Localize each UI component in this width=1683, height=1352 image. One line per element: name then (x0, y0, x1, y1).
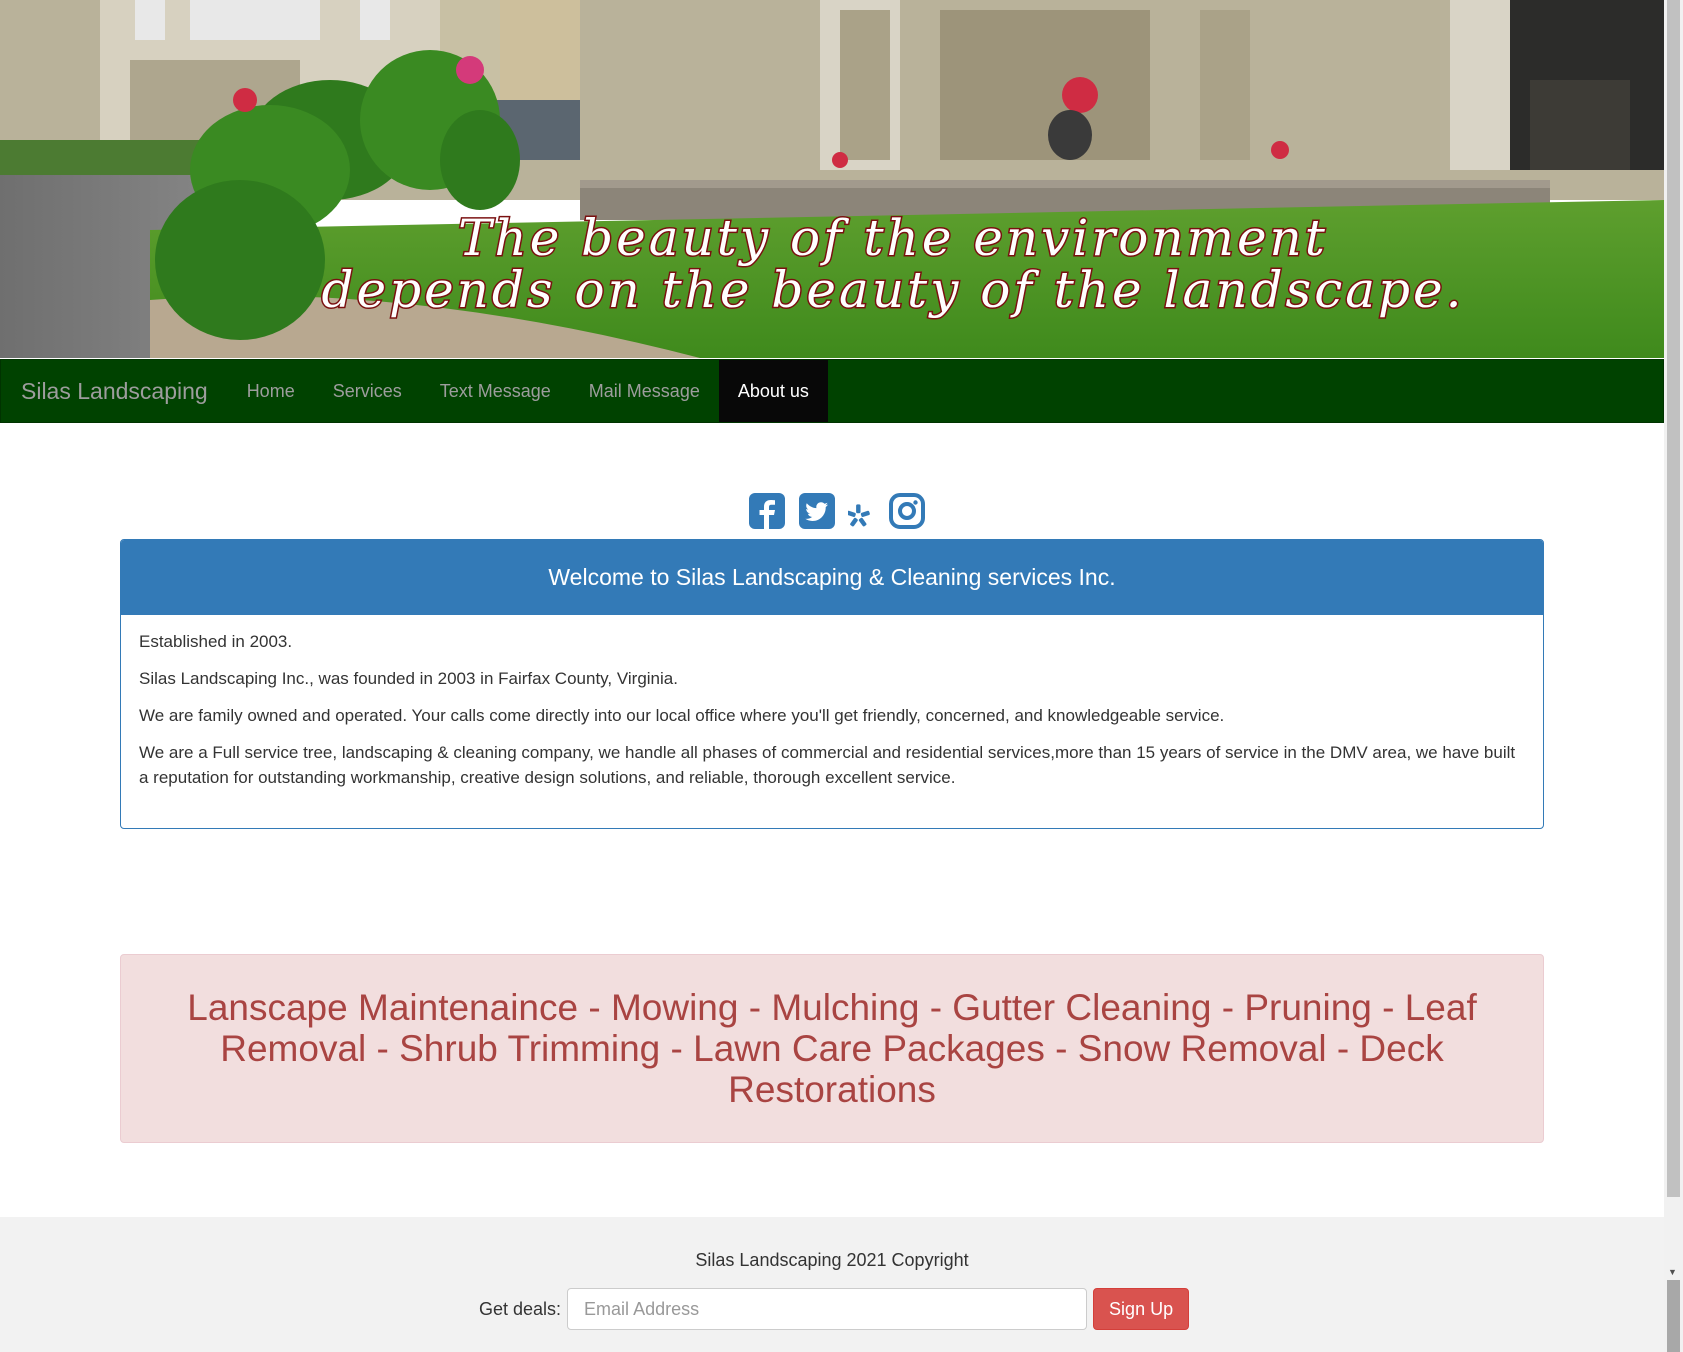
copyright-text: Silas Landscaping 2021 Copyright (695, 1250, 969, 1270)
hero-photo: The beauty of the environment depends on… (0, 0, 1664, 358)
navbar: Silas Landscaping Home Services Text Mes… (0, 359, 1664, 423)
hero-tagline-line2: depends on the beauty of the landscape. (321, 261, 1464, 319)
services-list-text: Lanscape Maintenaince - Mowing - Mulchin… (187, 987, 1477, 1110)
nav-mail-message[interactable]: Mail Message (570, 360, 719, 422)
welcome-paragraph: Established in 2003. (139, 632, 293, 651)
hero-banner: The beauty of the environment depends on… (0, 0, 1664, 358)
nav-text-message[interactable]: Text Message (421, 360, 570, 422)
page: The beauty of the environment depends on… (0, 0, 1664, 1352)
welcome-paragraph: We are family owned and operated. Your c… (139, 706, 1225, 725)
get-deals-label: Get deals: (479, 1298, 562, 1319)
welcome-paragraph: We are a Full service tree, landscaping … (139, 743, 1516, 787)
navbar-brand[interactable]: Silas Landscaping (1, 360, 228, 422)
facebook-icon[interactable] (748, 492, 786, 530)
footer: Silas Landscaping 2021 Copyright Get dea… (0, 1217, 1664, 1352)
scrollbar-thumb[interactable] (1667, 0, 1680, 1197)
services-banner: Lanscape Maintenaince - Mowing - Mulchin… (120, 954, 1544, 1143)
yelp-icon[interactable] (848, 492, 876, 530)
welcome-heading: Welcome to Silas Landscaping & Cleaning … (121, 540, 1543, 615)
welcome-paragraph: Silas Landscaping Inc., was founded in 2… (139, 669, 678, 688)
scrollbar[interactable]: ▼ (1664, 0, 1683, 1352)
scroll-down-arrow-icon[interactable]: ▼ (1668, 1268, 1677, 1277)
instagram-icon[interactable] (888, 492, 926, 530)
nav-services[interactable]: Services (314, 360, 421, 422)
scrollbar-lower-track[interactable] (1667, 1280, 1680, 1352)
email-input[interactable] (567, 1288, 1088, 1330)
nav-home[interactable]: Home (228, 360, 314, 422)
sign-up-button[interactable]: Sign Up (1093, 1288, 1190, 1330)
nav-about-us[interactable]: About us (718, 360, 828, 422)
social-links (748, 492, 926, 530)
newsletter-form: Get deals: Sign Up (479, 1288, 1190, 1330)
welcome-body: Established in 2003. Silas Landscaping I… (121, 615, 1543, 816)
hero-tagline-line1: The beauty of the environment (458, 209, 1328, 267)
twitter-icon[interactable] (798, 492, 836, 530)
welcome-panel: Welcome to Silas Landscaping & Cleaning … (120, 539, 1544, 829)
